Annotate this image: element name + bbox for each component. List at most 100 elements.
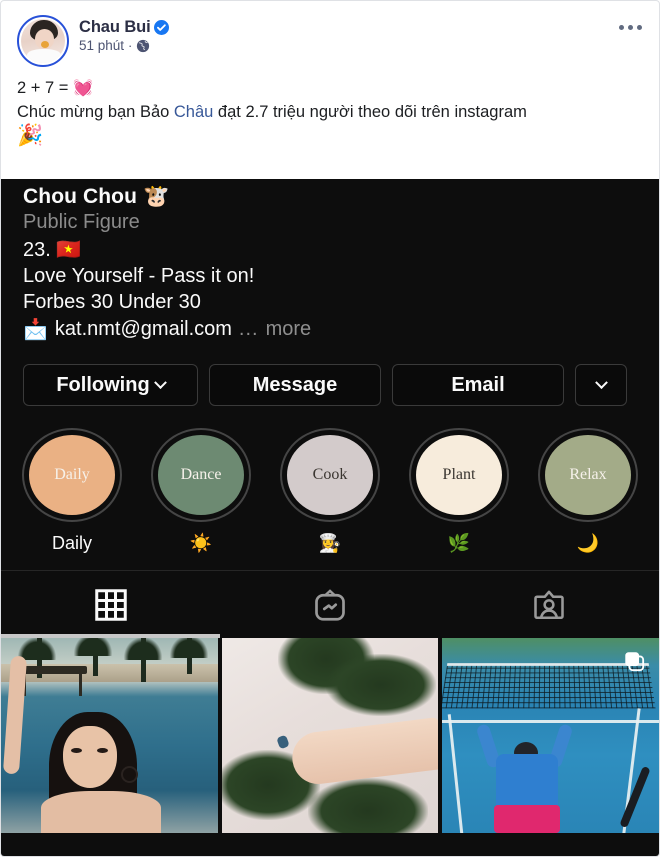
avatar[interactable] xyxy=(17,15,69,67)
post-meta: 51 phút · xyxy=(79,38,169,53)
palm-fronds xyxy=(167,638,211,658)
heartbeat-emoji: 💓 xyxy=(72,80,93,97)
instagram-bio-email[interactable]: kat.nmt@gmail.com xyxy=(55,318,232,341)
palm-leaf xyxy=(325,654,436,716)
dot xyxy=(628,25,633,30)
highlight-cover-text: Relax xyxy=(569,466,607,483)
instagram-photo-grid xyxy=(1,638,659,833)
verified-badge-icon xyxy=(153,20,169,35)
tab-igtv[interactable] xyxy=(220,571,439,638)
post-message-line-2: Chúc mừng bạn Bảo Châu đạt 2.7 triệu ngư… xyxy=(17,101,643,125)
email-button[interactable]: Email xyxy=(392,364,564,406)
hut-leg xyxy=(79,674,82,696)
fingernail xyxy=(275,734,290,750)
highlight-cover: Daily xyxy=(29,435,115,515)
post-timestamp[interactable]: 51 phút xyxy=(79,38,124,53)
message-button[interactable]: Message xyxy=(209,364,381,406)
highlight-cover-text: Dance xyxy=(180,466,222,483)
dot xyxy=(619,25,624,30)
igtv-icon xyxy=(315,588,345,621)
instagram-screenshot-attachment[interactable]: Chou Chou 🐮 Public Figure 23. 🇻🇳 Love Yo… xyxy=(1,179,659,856)
tab-posts-grid[interactable] xyxy=(1,571,220,638)
instagram-bio-age-text: 23. xyxy=(23,239,57,261)
palm-leaf xyxy=(307,778,428,833)
chevron-down-icon xyxy=(153,375,167,389)
more-actions-button[interactable] xyxy=(575,364,627,406)
tennis-racket xyxy=(619,765,651,829)
envelope-emoji: 📩 xyxy=(23,319,48,341)
avatar-image xyxy=(21,19,65,63)
avatar-body xyxy=(27,49,61,63)
person-torso xyxy=(496,754,559,812)
highlight-ring: Relax xyxy=(538,428,638,522)
highlight-relax[interactable]: Relax 🌙 xyxy=(533,428,643,552)
highlight-cover-text: Plant xyxy=(442,466,476,483)
instagram-bio-motto: Love Yourself - Pass it on! xyxy=(23,265,255,287)
more-options-icon[interactable] xyxy=(619,25,642,30)
following-button[interactable]: Following xyxy=(23,364,198,406)
author-name[interactable]: Chau Bui xyxy=(79,18,151,37)
highlight-cook[interactable]: Cook 👩‍🍳 xyxy=(275,428,385,552)
email-button-label: Email xyxy=(451,373,505,396)
globe-icon[interactable] xyxy=(136,39,150,53)
instagram-bio-age: 23. 🇻🇳 xyxy=(23,237,637,262)
dot xyxy=(637,25,642,30)
message-button-label: Message xyxy=(252,373,338,396)
grid-posts-icon xyxy=(94,588,127,621)
person-eye xyxy=(97,748,108,753)
post-header-text: Chau Bui 51 phút · xyxy=(79,15,169,53)
author-row: Chau Bui xyxy=(79,18,169,37)
tagged-photos-icon xyxy=(534,590,565,619)
highlight-ring: Plant xyxy=(409,428,509,522)
instagram-bio-email-row: 📩 kat.nmt@gmail.com... more xyxy=(23,317,637,342)
facebook-post-card: Chau Bui 51 phút · 2 + 7 = 💓 Chúc mừng b… xyxy=(0,0,660,857)
photo-pool-palms-image xyxy=(1,638,218,833)
highlight-label: 🌙 xyxy=(576,533,600,553)
highlight-daily[interactable]: Daily Daily xyxy=(17,428,127,552)
photo-pool-palms[interactable] xyxy=(1,638,218,833)
post-message-line-3: 🎉 xyxy=(17,125,643,150)
instagram-bio-forbes: Forbes 30 Under 30 xyxy=(23,291,201,313)
party-popper-emoji: 🎉 xyxy=(17,123,44,147)
highlight-cover: Plant xyxy=(416,435,502,515)
highlight-ring: Dance xyxy=(151,428,251,522)
court-line xyxy=(442,720,659,723)
instagram-profile-tabs xyxy=(1,570,659,638)
cow-face-emoji: 🐮 xyxy=(142,185,170,208)
highlight-plant[interactable]: Plant 🌿 xyxy=(404,428,514,552)
highlight-dance[interactable]: Dance ☀️ xyxy=(146,428,256,552)
post-message-line-2-prefix: Chúc mừng bạn Bảo xyxy=(17,102,174,121)
highlight-label: 🌿 xyxy=(447,533,471,553)
post-message-profile-link[interactable]: Châu xyxy=(174,103,213,121)
highlight-cover: Relax xyxy=(545,435,631,515)
highlight-label: 👩‍🍳 xyxy=(318,533,342,553)
photo-tennis-court-image xyxy=(442,638,659,833)
avatar-mouth xyxy=(41,41,49,48)
court-line xyxy=(448,714,464,833)
person-face xyxy=(63,726,117,788)
instagram-action-buttons: Following Message Email xyxy=(1,342,659,406)
tab-tagged[interactable] xyxy=(440,571,659,638)
highlight-label: ☀️ xyxy=(189,533,213,553)
palm-fronds xyxy=(71,638,115,656)
photo-tennis-court[interactable] xyxy=(442,638,659,833)
chevron-down-icon xyxy=(594,375,608,389)
instagram-story-highlights: Daily Daily Dance ☀️ Cook xyxy=(1,406,659,552)
highlight-ring: Daily xyxy=(22,428,122,522)
hoop-earring xyxy=(121,766,138,783)
person-skirt xyxy=(494,805,561,833)
highlight-cover: Dance xyxy=(158,435,244,515)
instagram-display-name-text: Chou Chou xyxy=(23,185,143,208)
bio-more-link[interactable]: more xyxy=(266,318,312,341)
person-hand xyxy=(289,717,439,787)
bio-ellipsis: ... xyxy=(238,318,259,340)
photo-palms-hand[interactable] xyxy=(221,638,439,833)
highlight-cover-text: Daily xyxy=(54,466,90,483)
highlight-label: Daily xyxy=(51,533,92,553)
post-message: 2 + 7 = 💓 Chúc mừng bạn Bảo Châu đạt 2.7… xyxy=(1,67,659,162)
instagram-bio: Chou Chou 🐮 Public Figure 23. 🇻🇳 Love Yo… xyxy=(1,179,659,342)
highlight-cover: Cook xyxy=(287,435,373,515)
person-eye xyxy=(71,748,82,753)
carousel-multi-photo-icon xyxy=(625,652,645,672)
instagram-display-name: Chou Chou 🐮 xyxy=(23,185,637,209)
